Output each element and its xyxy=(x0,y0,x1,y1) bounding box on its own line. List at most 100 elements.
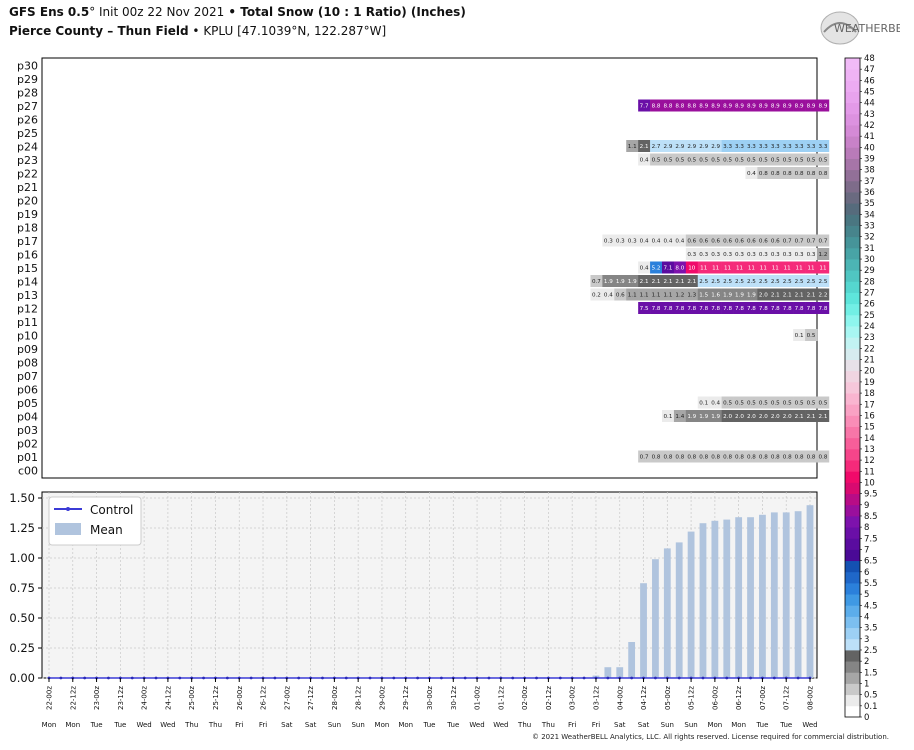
heatmap-cell-label: 2.9 xyxy=(687,144,696,150)
mean-bar xyxy=(663,548,671,678)
colorbar-segment xyxy=(845,493,860,506)
control-point xyxy=(273,676,277,680)
heatmap-cell-label: 1.9 xyxy=(687,414,696,420)
mean-bar xyxy=(687,531,695,678)
heatmap-cell-label: 1.9 xyxy=(747,293,756,299)
heatmap-cell-label: 0.5 xyxy=(723,401,732,407)
colorbar-segment xyxy=(845,236,860,249)
colorbar-label: 34 xyxy=(864,210,875,220)
heatmap-cell-label: 0.1 xyxy=(795,333,804,339)
colorbar-label: 44 xyxy=(864,99,875,109)
control-point xyxy=(487,676,491,680)
colorbar-segment xyxy=(845,326,860,338)
member-label: p25 xyxy=(17,127,38,140)
x-tick-label: 03-12z xyxy=(592,686,600,710)
day-label: Sun xyxy=(328,721,341,729)
heatmap-cell-label: 2.9 xyxy=(675,144,684,150)
control-point xyxy=(606,676,610,680)
x-tick-label: 26-00z xyxy=(236,686,244,710)
heatmap-cell-label: 0.4 xyxy=(640,266,649,272)
heatmap-cell-label: 0.8 xyxy=(664,455,673,461)
heatmap-cell-label: 0.5 xyxy=(735,158,744,164)
heatmap-cell-label: 2.0 xyxy=(759,414,768,420)
colorbar-segment xyxy=(845,527,860,539)
heatmap-cell-label: 2.1 xyxy=(819,414,828,420)
heatmap-cell-label: 8.8 xyxy=(675,104,684,110)
colorbar-label: 6 xyxy=(864,568,869,578)
colorbar-label: 0.5 xyxy=(864,691,878,701)
heatmap-cell-label: 7.8 xyxy=(699,306,708,312)
day-label: Mon xyxy=(398,721,413,729)
member-label: p14 xyxy=(17,276,38,289)
colorbar-segment xyxy=(845,147,860,159)
colorbar-label: 33 xyxy=(864,222,875,232)
heatmap-cell-label: 2.9 xyxy=(711,144,720,150)
heatmap-cell-label: 0.3 xyxy=(807,252,816,258)
heatmap-cell-label: 2.1 xyxy=(640,279,649,285)
heatmap-cell-label: 2.7 xyxy=(652,144,661,150)
heatmap-cell-label: 7.8 xyxy=(783,306,792,312)
member-label: p04 xyxy=(17,411,38,424)
member-label: p07 xyxy=(17,370,38,383)
heatmap-cell-label: 1.9 xyxy=(616,279,625,285)
mean-bar xyxy=(735,517,743,678)
control-point xyxy=(654,676,657,680)
heatmap-cell-label: 0.8 xyxy=(807,171,816,177)
heatmap-cell-label: 0.5 xyxy=(711,158,720,164)
colorbar-label: 31 xyxy=(864,244,875,254)
heatmap-cell-label: 0.3 xyxy=(747,252,756,258)
heatmap-cell-label: 0.7 xyxy=(795,239,804,245)
control-point xyxy=(59,676,63,680)
heatmap-cell-label: 2.1 xyxy=(783,293,792,299)
member-label: p16 xyxy=(17,249,38,262)
colorbar-label: 41 xyxy=(864,132,875,142)
member-label: p24 xyxy=(17,141,38,154)
heatmap-cell-label: 8.9 xyxy=(819,104,828,110)
day-label: Wed xyxy=(136,721,151,729)
heatmap-cell-label: 11 xyxy=(748,266,756,272)
x-tick-label: 24-12z xyxy=(164,686,172,710)
heatmap-cell-label: 2.5 xyxy=(783,279,792,285)
control-point xyxy=(630,676,634,680)
x-tick-label: 22-12z xyxy=(69,686,77,710)
heatmap-cell-label: 2.0 xyxy=(771,414,780,420)
colorbar-segment xyxy=(845,694,860,707)
day-label: Wed xyxy=(493,721,508,729)
mean-bar xyxy=(640,583,647,678)
heatmap-cell-label: 0.1 xyxy=(664,414,673,420)
x-tick-label: 30-00z xyxy=(426,686,434,710)
y-tick-label: 1.25 xyxy=(9,521,35,535)
x-tick-label: 30-12z xyxy=(450,686,458,710)
colorbar-label: 17 xyxy=(864,400,875,410)
mean-bar xyxy=(747,517,754,678)
colorbar-segment xyxy=(845,180,860,193)
colorbar-segment xyxy=(845,125,860,137)
member-label: p03 xyxy=(17,424,38,437)
day-label: Fri xyxy=(235,721,243,729)
heatmap-cell-label: 0.4 xyxy=(652,239,661,245)
colorbar-segment xyxy=(845,437,860,450)
colorbar-segment xyxy=(845,292,860,305)
colorbar-segment xyxy=(845,303,860,316)
heatmap-cell-label: 0.5 xyxy=(771,401,780,407)
mean-bar xyxy=(806,505,814,678)
heatmap-cell-label: 2.0 xyxy=(723,414,732,420)
heatmap-cell-label: 0.8 xyxy=(771,171,780,177)
heatmap-cell-label: 0.3 xyxy=(759,252,768,258)
x-tick-label: 23-00z xyxy=(93,686,101,710)
colorbar-segment xyxy=(845,616,860,629)
colorbar-segment xyxy=(845,214,860,226)
colorbar-label: 22 xyxy=(864,344,875,354)
mean-legend-swatch xyxy=(55,523,81,535)
x-tick-label: 07-12z xyxy=(783,686,791,710)
heatmap-cell-label: 11 xyxy=(724,266,732,272)
heatmap-cell-label: 0.5 xyxy=(699,158,708,164)
heatmap-cell-label: 1.3 xyxy=(687,293,696,299)
heatmap-cell-label: 0.4 xyxy=(604,293,613,299)
heatmap-cell-label: 2.9 xyxy=(699,144,708,150)
member-label: p06 xyxy=(17,384,38,397)
day-label: Tue xyxy=(446,721,459,729)
heatmap-cell-label: 0.7 xyxy=(819,239,828,245)
colorbar-segment xyxy=(845,314,860,327)
heatmap-cell-label: 0.5 xyxy=(747,158,756,164)
